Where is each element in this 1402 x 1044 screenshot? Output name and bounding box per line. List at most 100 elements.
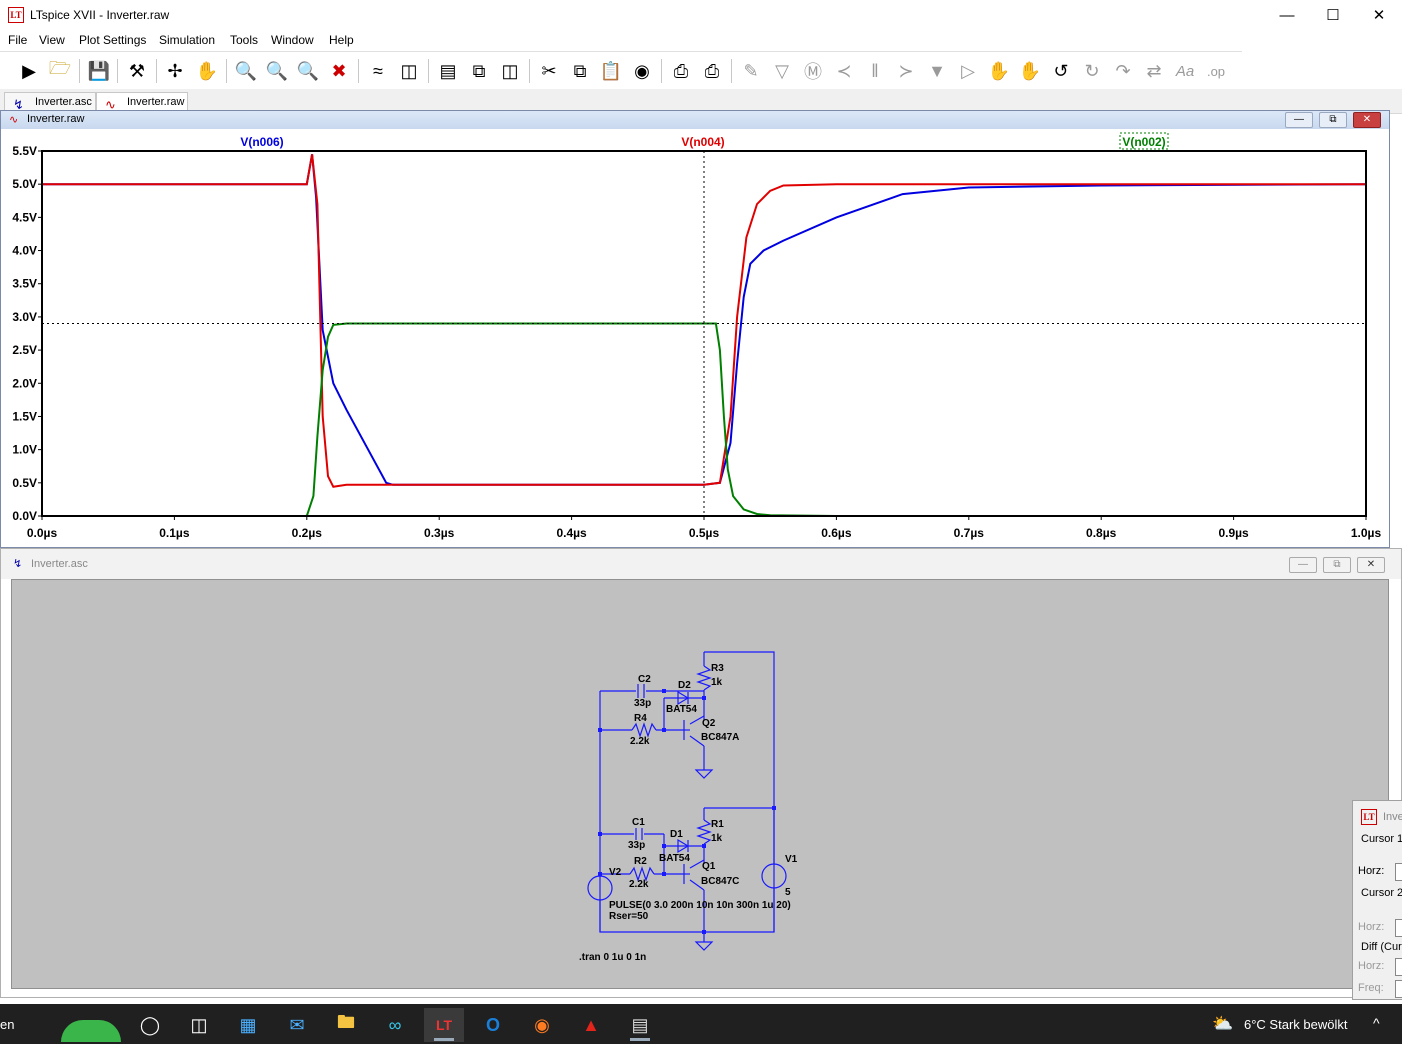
ground-icon[interactable]: ▽ xyxy=(769,58,795,84)
d2-label[interactable]: D2 xyxy=(678,680,691,691)
zoom-in-icon[interactable]: 🔍 xyxy=(233,58,259,84)
menu-tools[interactable]: Tools xyxy=(230,33,258,47)
control-panel-icon[interactable]: ⚒ xyxy=(124,58,150,84)
text-icon[interactable]: Aa xyxy=(1172,58,1198,84)
trace-label-vn006[interactable]: V(n006) xyxy=(240,135,283,149)
tile-horizontal-icon[interactable]: ▤ xyxy=(435,58,461,84)
close-button[interactable]: ✕ xyxy=(1356,0,1402,31)
capacitor-icon[interactable]: ‖ xyxy=(862,58,888,84)
zoom-area-icon[interactable]: 🔍 xyxy=(264,58,290,84)
component-icon[interactable]: ▷ xyxy=(955,58,981,84)
weather-icon[interactable]: ⛅ xyxy=(1212,1014,1233,1034)
zoom-fit-icon[interactable]: ✖ xyxy=(326,58,352,84)
autorange-y-icon[interactable]: ◫ xyxy=(396,58,422,84)
tile-vertical-icon[interactable]: ◫ xyxy=(497,58,523,84)
c2-label[interactable]: C2 xyxy=(638,674,651,685)
d1-label[interactable]: D1 xyxy=(670,829,683,840)
r3-label[interactable]: R3 xyxy=(711,663,724,674)
photos-icon[interactable]: ▤ xyxy=(620,1008,660,1042)
find-icon[interactable]: ◉ xyxy=(629,58,655,84)
copy-icon[interactable]: ⧉ xyxy=(567,58,593,84)
tab-inverter-raw[interactable]: ∿ Inverter.raw xyxy=(96,92,188,112)
run-icon[interactable]: ▶ xyxy=(16,58,42,84)
menu-view[interactable]: View xyxy=(39,33,65,47)
save-icon[interactable]: 💾 xyxy=(86,58,112,84)
zoom-out-icon[interactable]: 🔍 xyxy=(295,58,321,84)
inductor-icon[interactable]: ≻ xyxy=(893,58,919,84)
menu-plot-settings[interactable]: Plot Settings xyxy=(79,33,146,47)
paste-icon[interactable]: 📋 xyxy=(598,58,624,84)
cursor2-horz-field[interactable] xyxy=(1395,919,1402,937)
trace-label-vn002[interactable]: V(n002) xyxy=(1122,135,1165,149)
q2-label[interactable]: Q2 xyxy=(702,718,716,729)
trace-label-vn004[interactable]: V(n004) xyxy=(681,135,724,149)
cascade-icon[interactable]: ⧉ xyxy=(466,58,492,84)
v1-value[interactable]: 5 xyxy=(785,887,791,898)
autorange-icon[interactable]: ≈ xyxy=(365,58,391,84)
diode-icon[interactable]: ▼ xyxy=(924,58,950,84)
tran-directive[interactable]: .tran 0 1u 0 1n xyxy=(579,952,646,963)
q1-label[interactable]: Q1 xyxy=(702,861,716,872)
webex-icon[interactable]: ∞ xyxy=(375,1008,415,1042)
r2-value[interactable]: 2.2k xyxy=(629,879,649,890)
label-icon[interactable]: Ⓜ xyxy=(800,58,826,84)
d2-value[interactable]: BAT54 xyxy=(666,704,697,715)
freq-field[interactable] xyxy=(1395,980,1402,998)
v2-pulse[interactable]: PULSE(0 3.0 200n 10n 10n 300n 1u 20) xyxy=(609,900,791,911)
print-setup-icon[interactable]: ⎙ xyxy=(668,58,694,84)
acrobat-icon[interactable]: ▲ xyxy=(571,1008,611,1042)
wire-icon[interactable]: ✎ xyxy=(738,58,764,84)
q2-value[interactable]: BC847A xyxy=(701,732,739,743)
mail-icon[interactable]: ✉ xyxy=(277,1008,317,1042)
move-icon[interactable]: ✋ xyxy=(986,58,1012,84)
tab-inverter-asc[interactable]: ↯ Inverter.asc xyxy=(4,92,96,112)
halt-icon[interactable]: ✢ xyxy=(162,58,188,84)
spice-directive-icon[interactable]: .op xyxy=(1203,58,1229,84)
maximize-button[interactable]: ☐ xyxy=(1310,0,1356,31)
menu-window[interactable]: Window xyxy=(271,33,314,47)
menu-simulation[interactable]: Simulation xyxy=(159,33,215,47)
r2-label[interactable]: R2 xyxy=(634,856,647,867)
r3-value[interactable]: 1k xyxy=(711,677,723,688)
c1-label[interactable]: C1 xyxy=(632,817,645,828)
diff-horz-field[interactable] xyxy=(1395,958,1402,976)
v1-label[interactable]: V1 xyxy=(785,854,798,865)
v2-label[interactable]: V2 xyxy=(609,867,622,878)
weather-text[interactable]: 6°C Stark bewölkt xyxy=(1244,1017,1347,1032)
task-view-icon[interactable]: ◫ xyxy=(179,1008,219,1042)
v2-rser[interactable]: Rser=50 xyxy=(609,911,649,922)
cut-icon[interactable]: ✂ xyxy=(536,58,562,84)
undo-icon[interactable]: ↺ xyxy=(1048,58,1074,84)
minimize-button[interactable]: — xyxy=(1285,112,1313,128)
r1-label[interactable]: R1 xyxy=(711,819,724,830)
store-icon[interactable]: ▦ xyxy=(228,1008,268,1042)
close-button[interactable]: ✕ xyxy=(1357,557,1385,573)
minimize-button[interactable]: — xyxy=(1264,0,1310,31)
pan-hand-icon[interactable]: ✋ xyxy=(194,58,220,84)
tray-chevron-icon[interactable]: ^ xyxy=(1373,1015,1380,1031)
firefox-icon[interactable]: ◉ xyxy=(522,1008,562,1042)
menu-file[interactable]: File xyxy=(8,33,27,47)
d1-value[interactable]: BAT54 xyxy=(659,853,690,864)
search-box-text[interactable]: en xyxy=(0,1017,14,1032)
r1-value[interactable]: 1k xyxy=(711,833,723,844)
r4-label[interactable]: R4 xyxy=(634,713,647,724)
q1-value[interactable]: BC847C xyxy=(701,876,739,887)
waveform-plot[interactable]: 0.0V 0.5V 1.0V 1.5V 2.0V 2.5V 3.0V 3.5V 4.0V 4.5V… xyxy=(1,129,1389,547)
ltspice-icon[interactable]: LT xyxy=(424,1008,464,1042)
drag-icon[interactable]: ✋ xyxy=(1017,58,1043,84)
mirror-icon[interactable]: ⇄ xyxy=(1141,58,1167,84)
open-icon[interactable]: 🗁 xyxy=(47,58,73,84)
rotate-icon[interactable]: ↷ xyxy=(1110,58,1136,84)
restore-button[interactable]: ⧉ xyxy=(1323,557,1351,573)
cursor1-horz-field[interactable] xyxy=(1395,863,1402,881)
file-explorer-icon[interactable]: 🖿 xyxy=(326,1008,366,1042)
outlook-icon[interactable]: O xyxy=(473,1008,513,1042)
minimize-button[interactable]: — xyxy=(1289,557,1317,573)
schematic-canvas[interactable]: R3 1k C2 33p D2 BAT54 R4 2.2k Q2 BC847A … xyxy=(11,579,1389,989)
print-icon[interactable]: ⎙ xyxy=(699,58,725,84)
widgets-icon[interactable] xyxy=(56,1008,126,1042)
schematic-drawing[interactable]: R3 1k C2 33p D2 BAT54 R4 2.2k Q2 BC847A … xyxy=(12,580,1388,988)
start-circle-icon[interactable]: ◯ xyxy=(130,1008,170,1042)
c1-value[interactable]: 33p xyxy=(628,840,645,851)
